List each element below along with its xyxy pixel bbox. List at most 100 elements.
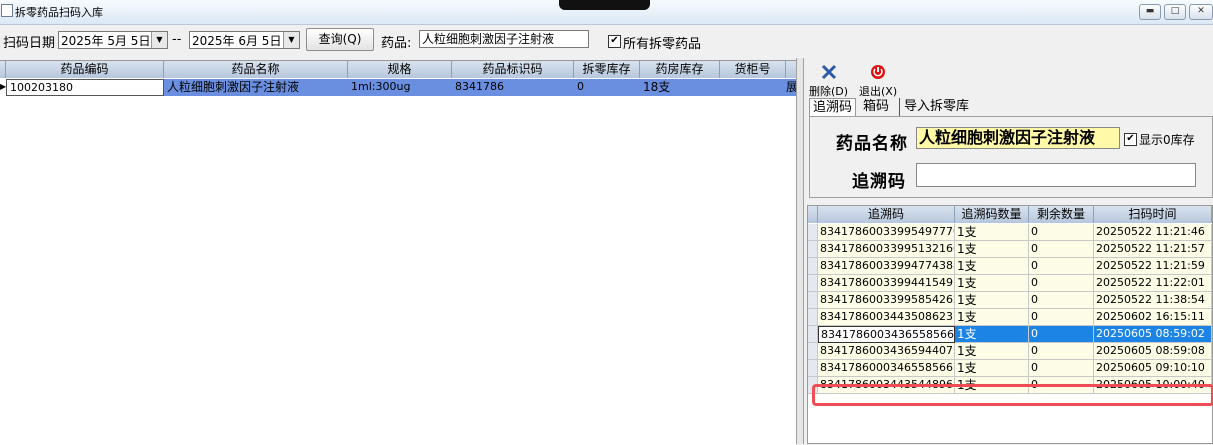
delete-tool[interactable]: 删除(D) [809,64,848,99]
app-icon [1,4,13,17]
show-zero-label: 显示0库存 [1139,133,1195,147]
minimize-button[interactable]: ▬ [1139,4,1161,20]
cell-trace-qty[interactable]: 1支 [955,275,1029,292]
drug-input[interactable]: 人粒细胞刺激因子注射液 [419,30,589,48]
cell-remain-qty[interactable]: 0 [1029,360,1094,377]
date-to-value: 2025年 6月 5日 [192,34,282,48]
cell-trace-qty[interactable]: 1支 [955,309,1029,326]
cell-trace-code[interactable]: 83417860034365944073 [818,343,955,360]
dropdown-arrow-icon[interactable]: ▼ [151,32,167,48]
cell-trace-code[interactable]: 83417860033994774388 [818,258,955,275]
cell-drug-name[interactable]: 人粒细胞刺激因子注射液 [164,79,348,96]
cell-trace-code[interactable]: 83417860033995132166 [818,241,955,258]
table-row[interactable]: 83417860033995854262 1支 0 20250522 11:38:54 [808,292,1212,309]
date-from-picker[interactable]: 2025年 5月 5日 ▼ [58,31,168,49]
tab-trace-code[interactable]: 追溯码 [809,98,857,117]
cell-remain-qty[interactable]: 0 [1029,343,1094,360]
cell-scan-time[interactable]: 20250522 11:21:46 [1094,224,1212,241]
cell-trace-code[interactable]: 83417860034435086237 [818,309,955,326]
row-header [808,309,818,326]
tab-import-split[interactable]: 导入拆零库 [899,98,969,116]
cell-scan-time[interactable]: 20250605 09:10:10 [1094,360,1212,377]
table-row[interactable]: 83417860033995497770 1支 0 20250522 11:21:46 [808,224,1212,241]
col-drug-name[interactable]: 药品名称 [164,61,348,78]
cell-overflow: 展 [786,79,796,96]
filter-toolbar: 扫码日期 2025年 5月 5日 ▼ -- 2025年 6月 5日 ▼ 查询(Q… [0,25,1213,57]
cell-trace-qty[interactable]: 1支 [955,241,1029,258]
title-bar: 拆零药品扫码入库 ▬ □ ✕ [0,0,1213,25]
col-spec[interactable]: 规格 [348,61,452,78]
cell-remain-qty[interactable]: 0 [1029,224,1094,241]
splitter[interactable] [796,58,804,444]
table-row[interactable]: ▶ 100203180 人粒细胞刺激因子注射液 1ml:300ug 834178… [0,79,796,96]
col-scan-time[interactable]: 扫码时间 [1094,206,1212,223]
highlight-annotation [812,384,1213,406]
cell-trace-qty[interactable]: 1支 [955,360,1029,377]
col-ident-code[interactable]: 药品标识码 [452,61,574,78]
trace-panel: 删除(D) 退出(X) 追溯码 箱码 导入拆零库 药品名称 人粒细胞刺激因子注射… [805,58,1213,444]
cell-scan-time[interactable]: 20250522 11:38:54 [1094,292,1212,309]
col-cabinet[interactable]: 货柜号 [720,61,786,78]
table-row[interactable]: 83417860034365585667 1支 0 20250605 08:59:02 [808,326,1212,343]
tab-box-code[interactable]: 箱码 [863,98,889,116]
col-trace-qty[interactable]: 追溯码数量 [955,206,1029,223]
cell-remain-qty[interactable]: 0 [1029,258,1094,275]
table-row[interactable]: 83417860033994415491 1支 0 20250522 11:22:01 [808,275,1212,292]
cell-scan-time[interactable]: 20250605 08:59:02 [1094,326,1212,343]
row-header [808,224,818,241]
cell-spec[interactable]: 1ml:300ug [348,79,452,96]
maximize-button[interactable]: □ [1164,4,1186,20]
cell-trace-code[interactable]: 83417860033995497770 [818,224,955,241]
table-row[interactable]: 83417860003465585667 1支 0 20250605 09:10:10 [808,360,1212,377]
table-row[interactable]: 83417860034435086237 1支 0 20250602 16:15:11 [808,309,1212,326]
cell-trace-code[interactable]: 83417860033995854262 [818,292,955,309]
cell-cabinet[interactable] [720,79,786,96]
cell-scan-time[interactable]: 20250522 11:21:57 [1094,241,1212,258]
drug-info-form: 药品名称 人粒细胞刺激因子注射液 ✔ 显示0库存 追溯码 [809,116,1213,198]
cell-trace-qty[interactable]: 1支 [955,224,1029,241]
cell-split-stock[interactable]: 0 [574,79,640,96]
window-title: 拆零药品扫码入库 [15,6,103,19]
cell-ident-code[interactable]: 8341786 [452,79,574,96]
cell-trace-qty[interactable]: 1支 [955,326,1029,343]
trace-code-input[interactable] [916,163,1196,187]
col-drug-code[interactable]: 药品编码 [6,61,164,78]
cell-drug-code[interactable]: 100203180 [6,79,164,96]
table-row[interactable]: 83417860034365944073 1支 0 20250605 08:59:08 [808,343,1212,360]
cell-remain-qty[interactable]: 0 [1029,309,1094,326]
cell-trace-qty[interactable]: 1支 [955,343,1029,360]
cell-trace-code[interactable]: 83417860033994415491 [818,275,955,292]
col-pharmacy-stock[interactable]: 药房库存 [640,61,720,78]
cell-remain-qty[interactable]: 0 [1029,275,1094,292]
cell-trace-code[interactable]: 83417860003465585667 [818,360,955,377]
dropdown-arrow-icon[interactable]: ▼ [283,32,299,48]
cell-scan-time[interactable]: 20250522 11:21:59 [1094,258,1212,275]
show-zero-checkbox[interactable]: ✔ [1124,133,1137,146]
cell-pharmacy-stock[interactable]: 18支 [640,79,720,96]
cell-scan-time[interactable]: 20250605 08:59:08 [1094,343,1212,360]
table-row[interactable]: 83417860033995132166 1支 0 20250522 11:21:57 [808,241,1212,258]
cell-remain-qty[interactable]: 0 [1029,326,1094,343]
cell-trace-code[interactable]: 83417860034365585667 [818,326,955,343]
cell-trace-qty[interactable]: 1支 [955,292,1029,309]
drug-name-label: 药品名称 [836,134,908,154]
col-remain-qty[interactable]: 剩余数量 [1029,206,1094,223]
cell-trace-qty[interactable]: 1支 [955,258,1029,275]
delete-x-icon [821,64,836,80]
row-header [808,326,818,343]
exit-tool[interactable]: 退出(X) [859,64,897,99]
cell-scan-time[interactable]: 20250602 16:15:11 [1094,309,1212,326]
table-row[interactable]: 83417860033994774388 1支 0 20250522 11:21:59 [808,258,1212,275]
cell-scan-time[interactable]: 20250522 11:22:01 [1094,275,1212,292]
date-to-picker[interactable]: 2025年 6月 5日 ▼ [189,31,300,49]
query-button[interactable]: 查询(Q) [306,28,374,51]
drug-name-field[interactable]: 人粒细胞刺激因子注射液 [916,127,1120,149]
close-button[interactable]: ✕ [1189,4,1213,20]
cell-remain-qty[interactable]: 0 [1029,241,1094,258]
col-trace-code[interactable]: 追溯码 [818,206,955,223]
date-from-value: 2025年 5月 5日 [61,34,151,48]
row-header-corner [808,206,818,223]
cell-remain-qty[interactable]: 0 [1029,292,1094,309]
col-split-stock[interactable]: 拆零库存 [574,61,640,78]
all-drugs-checkbox[interactable]: ✔ [608,35,621,48]
